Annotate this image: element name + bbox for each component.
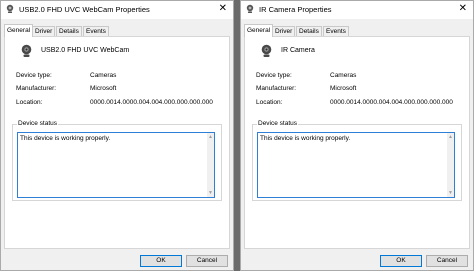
close-icon[interactable]: ✕ (219, 3, 227, 15)
scroll-up-icon[interactable]: ▲ (448, 134, 453, 140)
device-status-legend: Device status (257, 120, 299, 127)
device-status-text: This device is working properly. (260, 135, 351, 142)
webcam-icon (261, 44, 272, 57)
tab-events[interactable]: Events (323, 26, 349, 36)
location-value: 0000.0014.0000.004.004.000.000.000.000 (330, 99, 453, 106)
window-title: IR Camera Properties (259, 5, 332, 14)
location-value: 0000.0014.0000.004.004.000.000.000.000 (90, 99, 213, 106)
properties-dialog-ir-camera: IR Camera Properties ✕ General Driver De… (240, 0, 474, 271)
scroll-down-icon[interactable]: ▼ (448, 190, 453, 196)
manufacturer-label: Manufacturer: (256, 85, 297, 92)
scroll-down-icon[interactable]: ▼ (208, 190, 213, 196)
location-label: Location: (16, 99, 43, 106)
status-scrollbar[interactable]: ▲ ▼ (447, 133, 454, 197)
manufacturer-label: Manufacturer: (16, 85, 57, 92)
tab-general[interactable]: General (4, 24, 34, 37)
device-status-group: Device status This device is working pro… (252, 120, 462, 201)
device-status-textbox[interactable]: This device is working properly. ▲ ▼ (257, 132, 455, 198)
webcam-icon (21, 44, 32, 57)
device-type-label: Device type: (256, 72, 292, 79)
location-label: Location: (256, 99, 283, 106)
ok-button[interactable]: OK (380, 255, 422, 267)
general-panel: USB2.0 FHD UVC WebCam Device type: Camer… (4, 36, 230, 249)
manufacturer-value: Microsoft (90, 85, 117, 92)
tab-driver[interactable]: Driver (272, 26, 296, 36)
manufacturer-value: Microsoft (330, 85, 357, 92)
device-status-group: Device status This device is working pro… (12, 120, 222, 201)
webcam-icon (6, 4, 14, 13)
tab-events[interactable]: Events (83, 26, 109, 36)
tab-driver[interactable]: Driver (32, 26, 56, 36)
device-status-text: This device is working properly. (20, 135, 111, 142)
tab-details[interactable]: Details (296, 26, 322, 36)
tab-general[interactable]: General (244, 24, 274, 37)
device-status-textbox[interactable]: This device is working properly. ▲ ▼ (17, 132, 215, 198)
device-status-legend: Device status (17, 120, 59, 127)
general-panel: IR Camera Device type: Cameras Manufactu… (244, 36, 470, 249)
webcam-icon (246, 4, 254, 13)
window-title: USB2.0 FHD UVC WebCam Properties (19, 5, 150, 14)
cancel-button[interactable]: Cancel (186, 255, 228, 267)
device-type-value: Cameras (90, 72, 117, 79)
tab-details[interactable]: Details (56, 26, 82, 36)
device-type-label: Device type: (16, 72, 52, 79)
title-bar[interactable]: USB2.0 FHD UVC WebCam Properties ✕ (1, 1, 233, 19)
close-icon[interactable]: ✕ (459, 3, 467, 15)
title-bar[interactable]: IR Camera Properties ✕ (241, 1, 473, 19)
status-scrollbar[interactable]: ▲ ▼ (207, 133, 214, 197)
scroll-up-icon[interactable]: ▲ (208, 134, 213, 140)
properties-dialog-usb-webcam: USB2.0 FHD UVC WebCam Properties ✕ Gener… (0, 0, 234, 271)
ok-button[interactable]: OK (140, 255, 182, 267)
device-type-value: Cameras (330, 72, 357, 79)
cancel-button[interactable]: Cancel (426, 255, 468, 267)
device-name: USB2.0 FHD UVC WebCam (41, 47, 130, 54)
device-name: IR Camera (281, 47, 315, 54)
